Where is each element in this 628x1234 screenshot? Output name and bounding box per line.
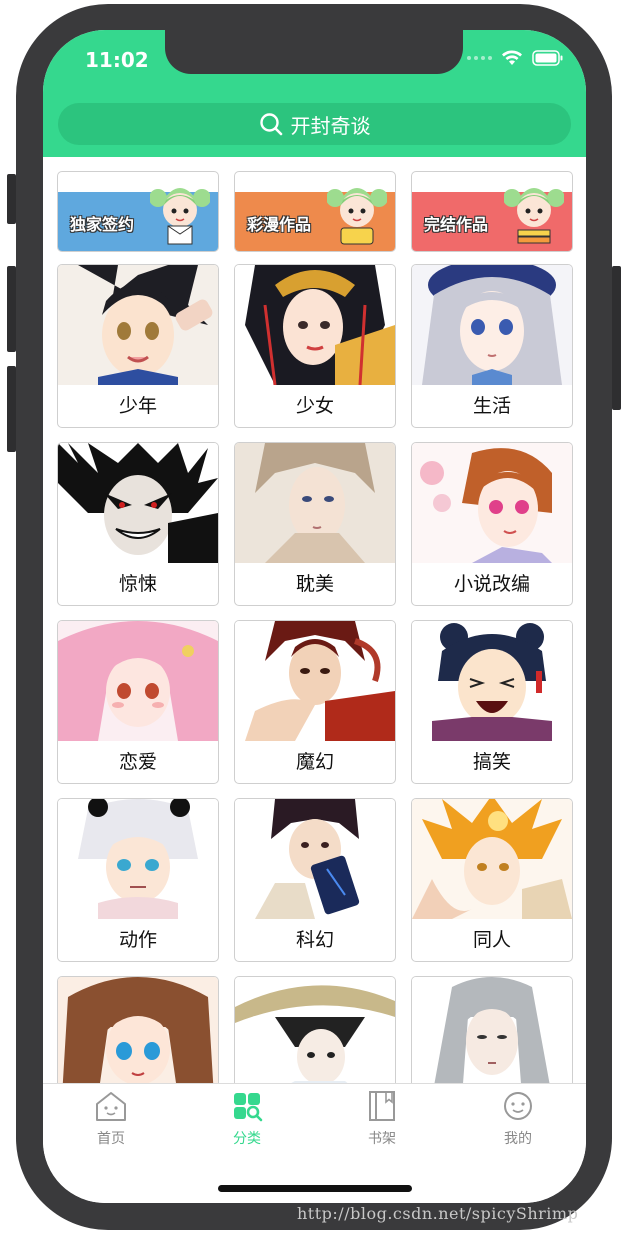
search-title: 开封奇谈 xyxy=(290,113,371,138)
category-icon xyxy=(234,1093,263,1122)
category-cover-image xyxy=(235,621,395,741)
category-label: 惊悚 xyxy=(118,573,157,595)
category-cover-image xyxy=(58,621,218,741)
banner-label: 独家签约 xyxy=(70,215,135,234)
category-cover-image xyxy=(412,977,572,1083)
status-icons xyxy=(467,50,564,66)
tab-home[interactable]: 首页 xyxy=(71,1090,151,1148)
bookshelf-icon xyxy=(369,1091,395,1121)
watermark: http://blog.csdn.net/spicyShrimp xyxy=(297,1204,579,1223)
category-label: 小说改编 xyxy=(453,573,530,595)
power-button xyxy=(612,266,621,410)
category-cover-image xyxy=(412,443,572,563)
category-card-horror[interactable]: 惊悚 xyxy=(57,442,219,606)
category-card-life[interactable]: 生活 xyxy=(411,264,573,428)
profile-icon xyxy=(504,1092,532,1120)
mascot-icon xyxy=(327,188,387,245)
volume-down-button xyxy=(7,366,16,452)
category-card[interactable] xyxy=(57,976,219,1083)
banner-exclusive[interactable]: 独家签约 xyxy=(57,171,219,252)
banner-completed[interactable]: 完结作品 xyxy=(411,171,573,252)
tab-profile[interactable]: 我的 xyxy=(478,1090,558,1148)
category-cover-image xyxy=(58,443,218,563)
category-label: 生活 xyxy=(472,395,511,417)
category-card[interactable] xyxy=(411,976,573,1083)
banner-color-comics[interactable]: 彩漫作品 xyxy=(234,171,396,252)
category-cover-image xyxy=(412,265,572,385)
tab-label: 首页 xyxy=(97,1131,125,1147)
signal-icon xyxy=(467,56,492,60)
category-card-comedy[interactable]: 搞笑 xyxy=(411,620,573,784)
category-label: 少年 xyxy=(118,395,157,417)
category-card-fan-fiction[interactable]: 同人 xyxy=(411,798,573,962)
mascot-icon xyxy=(150,188,210,245)
category-card-bl[interactable]: 耽美 xyxy=(234,442,396,606)
category-card-shojo[interactable]: 少女 xyxy=(234,264,396,428)
category-cover-image xyxy=(412,621,572,741)
category-card-novel-adaptation[interactable]: 小说改编 xyxy=(411,442,573,606)
category-card[interactable] xyxy=(234,976,396,1083)
category-label: 耽美 xyxy=(295,573,334,595)
notch xyxy=(165,30,463,74)
screen: 11:02 开封奇谈 独家签约 彩漫作品 完结作品 少年 少女 生活 惊悚 耽美… xyxy=(43,30,586,1203)
category-card-shonen[interactable]: 少年 xyxy=(57,264,219,428)
category-cover-image xyxy=(235,977,395,1083)
mascot-icon xyxy=(504,188,564,244)
wifi-icon xyxy=(502,50,522,65)
category-label: 同人 xyxy=(472,929,511,951)
tab-label: 分类 xyxy=(233,1131,261,1147)
banner-label: 彩漫作品 xyxy=(247,215,312,234)
category-label: 动作 xyxy=(118,929,157,951)
category-cover-image xyxy=(235,265,395,385)
status-time: 11:02 xyxy=(85,48,149,72)
category-cover-image xyxy=(235,443,395,563)
category-label: 恋爱 xyxy=(118,751,157,773)
category-card-romance[interactable]: 恋爱 xyxy=(57,620,219,784)
category-card-fantasy[interactable]: 魔幻 xyxy=(234,620,396,784)
tab-bookshelf[interactable]: 书架 xyxy=(342,1090,422,1148)
home-indicator[interactable] xyxy=(218,1185,412,1192)
volume-up-button xyxy=(7,266,16,352)
banner-label: 完结作品 xyxy=(424,215,489,234)
search-icon xyxy=(259,113,282,136)
mute-switch xyxy=(7,174,16,224)
category-label: 魔幻 xyxy=(295,751,334,773)
category-label: 搞笑 xyxy=(472,751,511,773)
category-label: 科幻 xyxy=(295,929,334,951)
category-cover-image xyxy=(235,799,395,919)
tab-label: 我的 xyxy=(504,1131,532,1147)
category-cover-image xyxy=(58,977,218,1083)
tab-label: 书架 xyxy=(368,1131,396,1147)
battery-icon xyxy=(532,50,563,66)
home-icon xyxy=(96,1092,126,1121)
category-scroll-view[interactable]: 独家签约 彩漫作品 完结作品 少年 少女 生活 惊悚 耽美 小说改编 恋爱 魔幻… xyxy=(43,157,586,1083)
category-cover-image xyxy=(412,799,572,919)
search-button[interactable]: 开封奇谈 xyxy=(58,103,571,145)
category-cover-image xyxy=(58,799,218,919)
tab-category[interactable]: 分类 xyxy=(207,1090,287,1148)
category-label: 少女 xyxy=(295,395,334,417)
category-cover-image xyxy=(58,265,218,385)
category-card-action[interactable]: 动作 xyxy=(57,798,219,962)
category-card-scifi[interactable]: 科幻 xyxy=(234,798,396,962)
